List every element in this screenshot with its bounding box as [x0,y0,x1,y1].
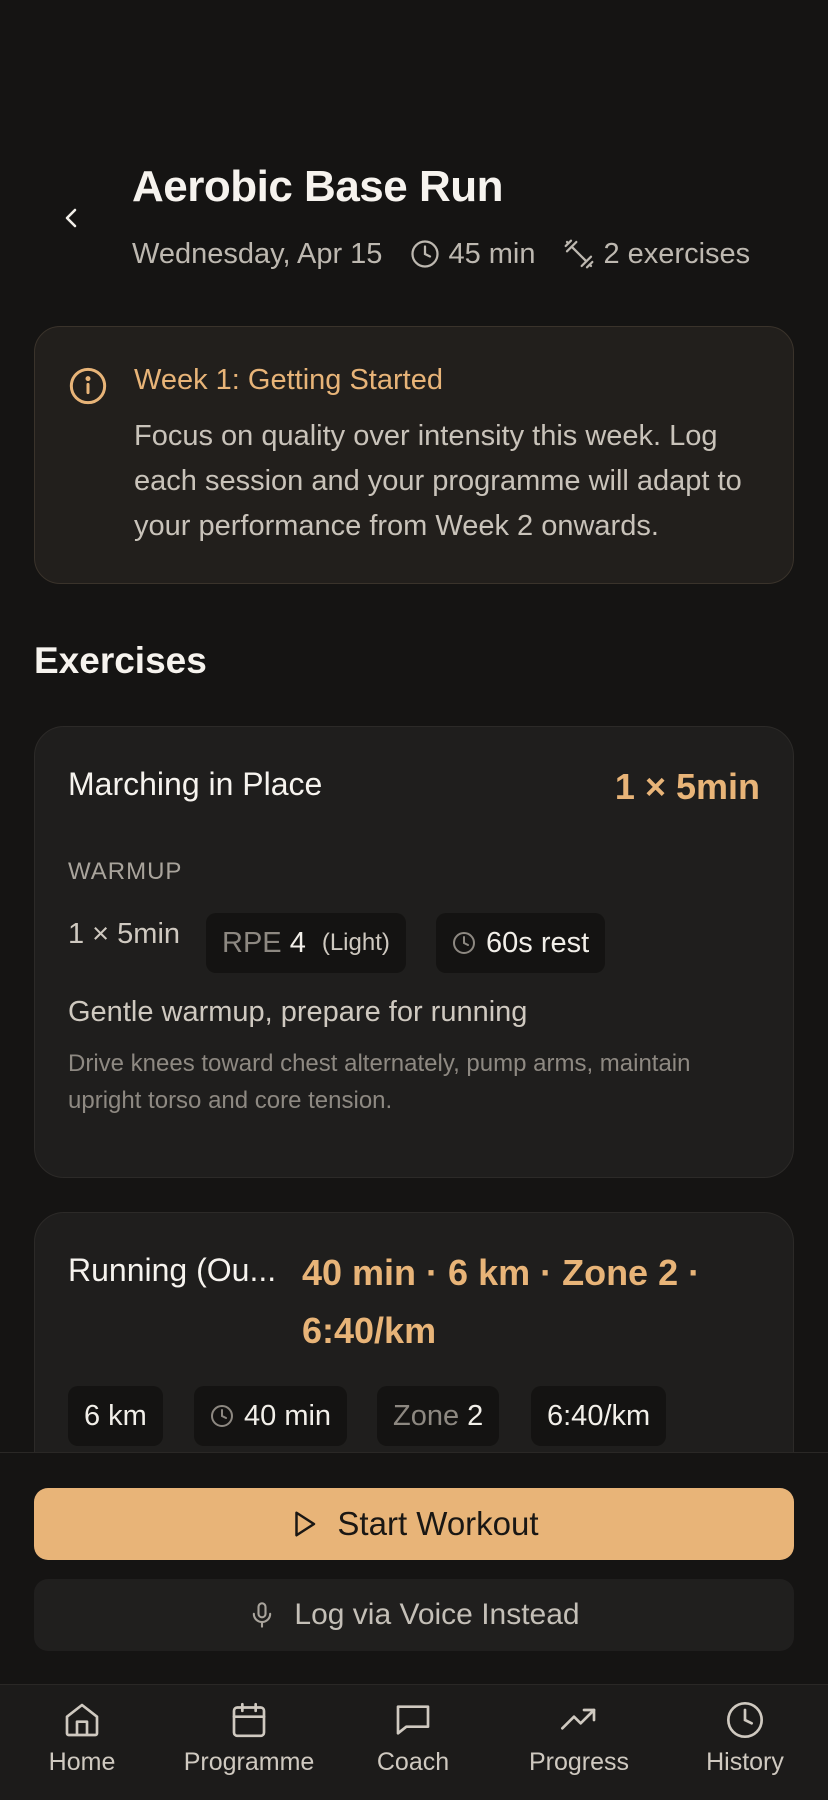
nav-item-home[interactable]: Home [2,1700,162,1790]
log-voice-label: Log via Voice Instead [294,1598,580,1631]
exercise-name: Marching in Place [68,766,323,802]
start-workout-label: Start Workout [337,1505,539,1542]
distance-value: 6 km [84,1399,147,1432]
nav-item-history[interactable]: History [665,1700,825,1790]
rpe-label: RPE [222,926,282,959]
nav-item-progress[interactable]: Progress [499,1700,659,1790]
exercise-target: 40 min · 6 km · Zone 2 · [302,1252,701,1293]
exercise-name: Running (Ou... [68,1252,277,1288]
page-title: Aerobic Base Run [132,162,503,211]
exercise-sets: 1 × 5min [68,918,181,950]
week-info-title: Week 1: Getting Started [134,364,443,396]
microphone-icon [253,1602,272,1628]
nav-label: History [706,1748,784,1776]
rpe-description: (Light) [321,929,390,956]
nav-label: Coach [376,1748,450,1776]
calendar-icon [232,1702,266,1738]
rpe-value: 4 [289,926,306,959]
nav-item-programme[interactable]: Programme [169,1700,329,1790]
exercise-instructions: Drive knees toward chest alternately, pu… [68,1050,691,1114]
workout-meta: Wednesday, Apr 15 45 min 2 exercises [132,234,750,274]
exercise-count: 2 exercises [603,237,751,270]
exercises-heading: Exercises [34,640,207,681]
chat-icon [396,1705,430,1735]
start-workout-button[interactable]: Start Workout [34,1488,794,1560]
clock-icon [211,1405,233,1427]
exercise-description: Gentle warmup, prepare for running [68,996,528,1028]
chevron-left-icon [65,208,77,228]
rest-value: 60s rest [486,926,590,959]
dumbbell-icon [565,239,594,269]
clock-icon [453,932,475,954]
nav-label: Home [48,1748,116,1776]
rpe-chip: RPE 4 (Light) [206,913,406,973]
exercise-target: 1 × 5min [614,766,760,807]
nav-item-coach[interactable]: Coach [333,1700,493,1790]
workout-duration: 45 min [448,237,536,270]
distance-chip: 6 km [68,1386,163,1446]
play-icon [295,1511,316,1537]
clock-icon [411,240,440,268]
trend-icon [561,1708,596,1730]
exercise-target-pace: 6:40/km [302,1310,437,1351]
workout-date: Wednesday, Apr 15 [132,237,383,270]
info-icon [69,367,107,405]
back-button[interactable] [50,196,94,240]
rest-chip: 60s rest [436,913,606,973]
log-voice-button[interactable]: Log via Voice Instead [34,1579,794,1651]
time-chip: 40 min [194,1386,348,1446]
nav-label: Progress [528,1748,630,1776]
zone-chip: Zone 2 [377,1386,500,1446]
zone-label: Zone [393,1399,460,1432]
pace-value: 6:40/km [547,1399,651,1432]
week-info-body: Focus on quality over intensity this wee… [134,420,742,542]
clock-icon [727,1702,763,1738]
time-value: 40 min [244,1399,332,1432]
home-icon [65,1703,99,1737]
zone-value: 2 [467,1399,484,1432]
pace-chip: 6:40/km [531,1386,667,1446]
exercise-category: WARMUP [68,858,183,885]
nav-label: Programme [183,1748,315,1776]
